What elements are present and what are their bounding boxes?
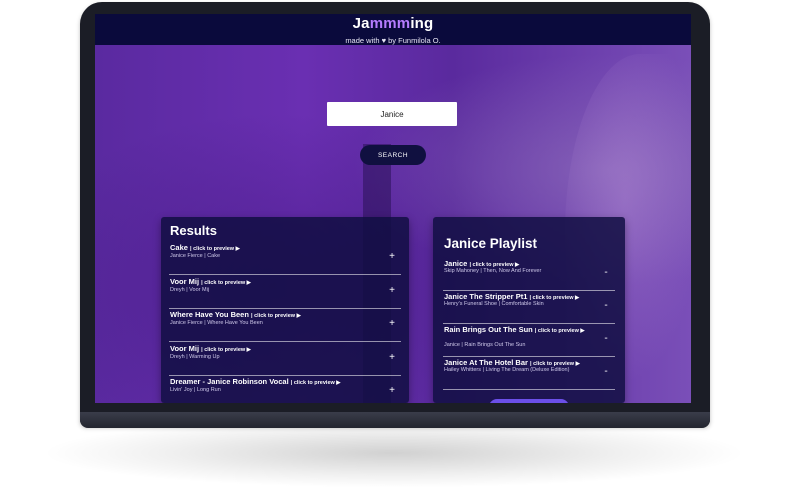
track-row: Where Have You Been | click to preview ▶… (169, 308, 401, 342)
made-with-suffix: by Funmilola O. (388, 36, 441, 45)
track-row: Voor Mij | click to preview ▶ Dreyh | Voo… (169, 275, 401, 309)
track-artist-album: Livin' Joy | Long Run (170, 387, 221, 393)
track-row: Rain Brings Out The Sun | click to previ… (443, 323, 615, 357)
results-panel: Results Cake | click to preview ▶ Janice … (161, 217, 409, 403)
track-name: Rain Brings Out The Sun | click to previ… (444, 325, 593, 336)
track-artist-album: Dreyh | Voor Mij (170, 286, 210, 293)
track-row: Janice At The Hotel Bar | click to previ… (443, 356, 615, 390)
search-button[interactable]: SEARCH (360, 145, 426, 165)
track-title: Janice At The Hotel Bar (444, 358, 528, 367)
track-artist-album: Janice Fierce | Where Have You Been (170, 320, 263, 326)
track-artist-album: Janice | Rain Brings Out The Sun (444, 342, 526, 348)
made-with-prefix: made with (345, 36, 380, 45)
results-title: Results (170, 223, 217, 238)
track-title: Where Have You Been (170, 310, 249, 319)
save-to-spotify-button[interactable] (489, 399, 569, 403)
preview-link[interactable]: | click to preview ▶ (535, 328, 585, 334)
track-row: Voor Mij | click to preview ▶ Dreyh | War… (169, 342, 401, 376)
preview-link[interactable]: | click to preview ▶ (190, 246, 240, 252)
playlist-title[interactable]: Janice Playlist (444, 236, 537, 251)
add-track-button[interactable]: + (385, 251, 399, 262)
app-screen: Jammming made with ♥ by Funmilola O. SEA… (95, 14, 691, 403)
preview-link[interactable]: | click to preview ▶ (201, 280, 251, 286)
laptop-base (80, 412, 710, 428)
track-row: Dreamer - Janice Robinson Vocal | click … (169, 375, 401, 403)
add-track-button[interactable]: + (385, 352, 399, 363)
add-track-button[interactable]: + (385, 318, 399, 329)
brand-prefix: Ja (352, 15, 370, 32)
track-title: Janice The Stripper Pt1 (444, 292, 528, 301)
brand-accent: mmm (369, 15, 411, 32)
search-input[interactable] (327, 102, 457, 126)
track-title: Voor Mij (170, 343, 200, 353)
remove-track-button[interactable]: - (599, 300, 613, 311)
track-artist-album: Janice Fierce | Cake (170, 253, 221, 259)
remove-track-button[interactable]: - (599, 366, 613, 377)
track-title: Dreamer - Janice Robinson Vocal (170, 377, 289, 386)
preview-link[interactable]: | click to preview ▶ (291, 380, 341, 386)
playlist-panel: Janice Playlist Janice | click to previe… (433, 217, 625, 403)
track-title: Rain Brings Out The Sun (444, 325, 533, 334)
track-artist-album: Dreyh | Warming Up (170, 353, 220, 360)
floor-shadow (40, 418, 748, 488)
track-row: Cake | click to preview ▶ Janice Fierce |… (169, 241, 401, 275)
remove-track-button[interactable]: - (599, 333, 613, 344)
track-artist-album: Skip Mahoney | Then, Now And Forever (444, 268, 542, 274)
preview-link[interactable]: | click to preview ▶ (201, 347, 251, 353)
track-row: Janice The Stripper Pt1 | click to previ… (443, 290, 615, 324)
app-header: Jammming made with ♥ by Funmilola O. (95, 14, 691, 45)
preview-link[interactable]: | click to preview ▶ (251, 313, 301, 319)
track-title: Janice (444, 259, 468, 268)
track-artist-album: Henry's Funeral Shoe | Comfortable Skin (444, 301, 544, 307)
track-title: Cake (170, 243, 188, 252)
made-with-credit: made with ♥ by Funmilola O. (95, 36, 691, 45)
track-artist-album: Hailey Whitters | Living The Dream (Delu… (444, 367, 570, 373)
add-track-button[interactable]: + (385, 285, 399, 296)
add-track-button[interactable]: + (385, 385, 399, 396)
brand-suffix: ing (410, 15, 434, 32)
track-title: Voor Mij (170, 276, 200, 286)
remove-track-button[interactable]: - (599, 267, 613, 278)
track-row: Janice | click to preview ▶ Skip Mahoney … (443, 257, 615, 291)
heart-icon: ♥ (381, 36, 387, 45)
brand-logo: Jammming (95, 15, 691, 32)
